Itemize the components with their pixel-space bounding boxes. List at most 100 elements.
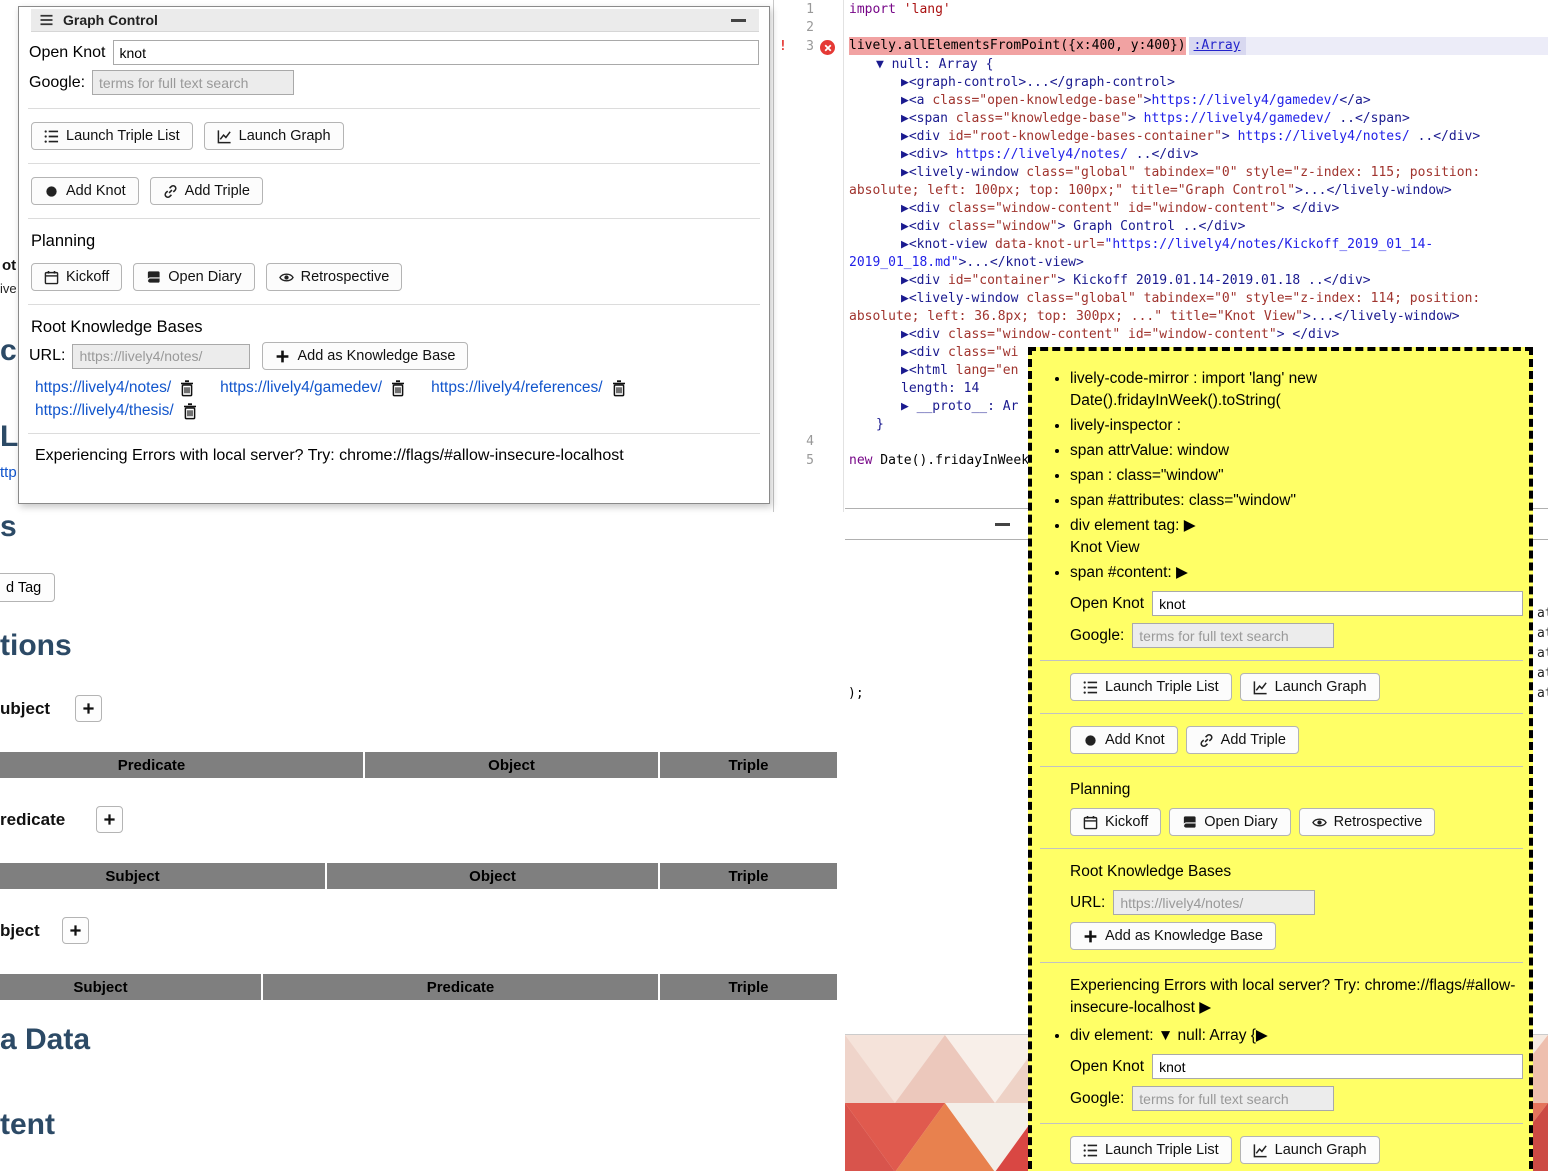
inspector-line[interactable]: ▶<div class="window-content" id="window-… <box>849 200 1546 218</box>
kickoff-button[interactable]: Kickoff <box>31 263 122 291</box>
inspector-line[interactable]: ▶<div class="window-content" id="window-… <box>849 326 1546 344</box>
button-label: Add Knot <box>66 183 126 199</box>
close-icon <box>824 44 832 52</box>
knowledge-base-link[interactable]: https://lively4/notes/ <box>35 379 171 397</box>
delete-knowledge-base-button[interactable] <box>391 380 405 397</box>
list-icon <box>1083 1143 1098 1158</box>
tooltip-item[interactable]: span #content: ▶ Open Knot Google: Launc… <box>1070 562 1523 1019</box>
delete-knowledge-base-button[interactable] <box>180 380 194 397</box>
window-titlebar[interactable]: Graph Control <box>31 9 759 32</box>
tooltip-item[interactable]: lively-code-mirror : import 'lang' new D… <box>1070 368 1523 412</box>
tooltip-item[interactable]: div element tag: ▶ Knot View <box>1070 515 1523 559</box>
retrospective-button[interactable]: Retrospective <box>266 263 403 291</box>
chart-icon <box>217 129 232 144</box>
knowledge-base-url-input[interactable] <box>72 344 250 369</box>
add-predicate-button[interactable] <box>96 806 123 833</box>
button-label: Add Knot <box>1105 732 1165 748</box>
line-number: 1 <box>774 1 814 19</box>
google-search-input[interactable] <box>92 70 294 95</box>
separator <box>28 163 760 164</box>
open-knot-input[interactable] <box>1152 591 1523 616</box>
knowledge-base-item: https://lively4/gamedev/ <box>220 379 405 397</box>
launch-triple-list-button[interactable]: Launch Triple List <box>31 122 193 150</box>
inspector-line[interactable]: ▶<lively-window class="global" tabindex=… <box>849 164 1546 200</box>
inspector-line[interactable]: ▼ null: Array { <box>849 56 1546 74</box>
launch-triple-list-button[interactable]: Launch Triple List <box>1070 673 1232 701</box>
url-label: URL: <box>29 347 65 365</box>
table-header-cell: Object <box>365 752 658 778</box>
knowledge-base-link[interactable]: https://lively4/gamedev/ <box>220 379 382 397</box>
trash-icon <box>183 403 197 420</box>
minimize-icon[interactable] <box>731 19 746 22</box>
add-subject-button[interactable] <box>75 695 102 722</box>
button-label: Open Diary <box>1204 814 1277 830</box>
add-triple-button[interactable]: Add Triple <box>1186 726 1299 754</box>
local-server-hint: Experiencing Errors with local server? T… <box>35 447 753 465</box>
add-knowledge-base-button[interactable]: Add as Knowledge Base <box>262 342 468 370</box>
kickoff-button[interactable]: Kickoff <box>1070 808 1161 836</box>
launch-graph-button[interactable]: Launch Graph <box>1240 1136 1380 1164</box>
expand-arrow-icon[interactable]: ▶ <box>1199 999 1211 1016</box>
link-fragment[interactable]: ttp <box>0 464 17 481</box>
inspector-line[interactable]: ▶<knot-view data-knot-url="https://livel… <box>849 236 1546 272</box>
button-label: Kickoff <box>66 269 109 285</box>
delete-knowledge-base-button[interactable] <box>612 380 626 397</box>
launch-graph-button[interactable]: Launch Graph <box>204 122 344 150</box>
open-knot-input[interactable] <box>1152 1054 1523 1079</box>
inspector-line[interactable]: ▶<div id="container"> Kickoff 2019.01.14… <box>849 272 1546 290</box>
book-icon <box>146 270 161 285</box>
button-label: Add as Knowledge Base <box>1105 928 1263 944</box>
launch-triple-list-button[interactable]: Launch Triple List <box>1070 1136 1232 1164</box>
inspector-line[interactable]: ▶<div> https://lively4/notes/ ..</div> <box>849 146 1546 164</box>
open-knot-label: Open Knot <box>1070 593 1144 615</box>
delete-knowledge-base-button[interactable] <box>183 403 197 420</box>
code-line: import 'lang' <box>849 1 951 19</box>
inspector-line[interactable]: ▶<graph-control>...</graph-control> <box>849 74 1546 92</box>
google-search-input[interactable] <box>1132 1086 1334 1111</box>
retrospective-button[interactable]: Retrospective <box>1299 808 1436 836</box>
graph-control-body: Open Knot Google: Launch Triple List Lau… <box>19 32 769 479</box>
inspector-line[interactable]: ▶<div id="root-knowledge-bases-container… <box>849 128 1546 146</box>
trash-icon <box>391 380 405 397</box>
inspector-line[interactable]: ▶<span class="knowledge-base"> https://l… <box>849 110 1546 128</box>
link-icon <box>1199 733 1214 748</box>
google-search-input[interactable] <box>1132 623 1334 648</box>
open-knot-input[interactable] <box>113 40 760 65</box>
knowledge-base-link[interactable]: https://lively4/thesis/ <box>35 402 174 420</box>
add-triple-button[interactable]: Add Triple <box>150 177 263 205</box>
tooltip-item[interactable]: div element: ▼ null: Array {▶ Open Knot … <box>1070 1025 1523 1171</box>
add-object-button[interactable] <box>62 917 89 944</box>
launch-graph-button[interactable]: Launch Graph <box>1240 673 1380 701</box>
tooltip-item[interactable]: lively-inspector : <box>1070 415 1523 437</box>
add-tag-button[interactable]: d Tag <box>0 573 55 602</box>
add-knot-button[interactable]: Add Knot <box>1070 726 1178 754</box>
add-knot-button[interactable]: Add Knot <box>31 177 139 205</box>
line-number: 2 <box>774 19 814 37</box>
separator <box>28 218 760 219</box>
table-header-cell: Triple <box>660 752 837 778</box>
tooltip-item[interactable]: span attrValue: window <box>1070 440 1523 462</box>
inspector-line[interactable]: ▶<lively-window class="global" tabindex=… <box>849 290 1546 326</box>
type-annotation[interactable]: :Array <box>1189 37 1246 55</box>
knot-icon <box>44 184 59 199</box>
calendar-icon <box>44 270 59 285</box>
tooltip-item[interactable]: span : class="window" <box>1070 465 1523 487</box>
kb-links: https://lively4/notes/https://lively4/ga… <box>35 379 753 420</box>
open-diary-button[interactable]: Open Diary <box>133 263 254 291</box>
knowledge-base-link[interactable]: https://lively4/references/ <box>431 379 602 397</box>
tooltip-item[interactable]: span #attributes: class="window" <box>1070 490 1523 512</box>
knowledge-base-url-input[interactable] <box>1113 890 1315 915</box>
minimize-icon[interactable] <box>995 523 1010 526</box>
inspector-line[interactable]: ▶<a class="open-knowledge-base">https://… <box>849 92 1546 110</box>
line-number: 5 <box>774 452 814 470</box>
window-menu-icon[interactable] <box>39 14 54 26</box>
triples-table: SubjectPredicateTriple <box>0 974 837 1000</box>
stack-fragments: atatatatat <box>1537 604 1548 704</box>
error-icon[interactable] <box>820 40 835 55</box>
add-knowledge-base-button[interactable]: Add as Knowledge Base <box>1070 922 1276 950</box>
inspector-line[interactable]: ▶<div class="window"> Graph Control ..</… <box>849 218 1546 236</box>
code-line: new Date().fridayInWeek( <box>849 452 1037 470</box>
button-label: Add Triple <box>1221 732 1286 748</box>
open-diary-button[interactable]: Open Diary <box>1169 808 1290 836</box>
button-label: Add as Knowledge Base <box>297 348 455 364</box>
